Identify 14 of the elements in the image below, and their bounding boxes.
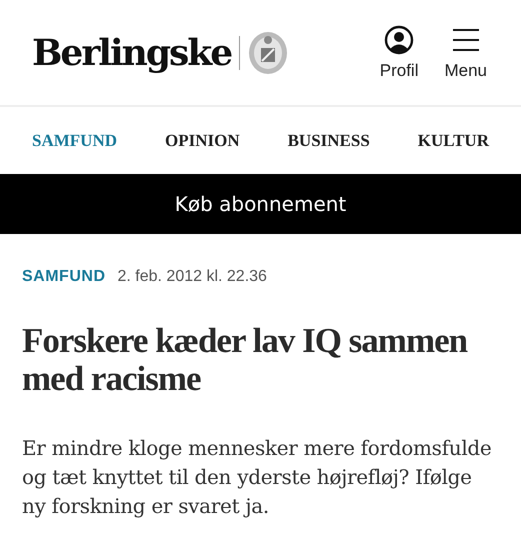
nav-tab[interactable]: KULTUR	[418, 130, 489, 150]
nav-tab[interactable]: BUSINESS	[288, 130, 370, 150]
menu-button[interactable]: Menu	[444, 24, 487, 80]
article-lead: Er mindre kloge mennesker mere fordomsfulde og tæt knyttet til den yderste højrefløj? Ifølge ny forskning er svaret ja.	[22, 435, 492, 520]
logo-wordmark[interactable]: Berlingske	[32, 32, 232, 74]
profile-icon	[384, 24, 414, 54]
profile-button[interactable]: Profil	[380, 24, 418, 80]
article-title: Forskere kæder lav IQ sammen med racisme	[22, 322, 468, 398]
subscribe-button[interactable]: Køb abonnement	[0, 174, 521, 234]
article-date: 2. feb. 2012 kl. 22.36	[118, 268, 267, 286]
nav-tab[interactable]: OPINION	[164, 130, 240, 150]
section-label[interactable]: SAMFUND	[22, 268, 106, 286]
nav-tab[interactable]: SAMFUND	[32, 130, 117, 150]
emblem-icon	[248, 30, 288, 74]
